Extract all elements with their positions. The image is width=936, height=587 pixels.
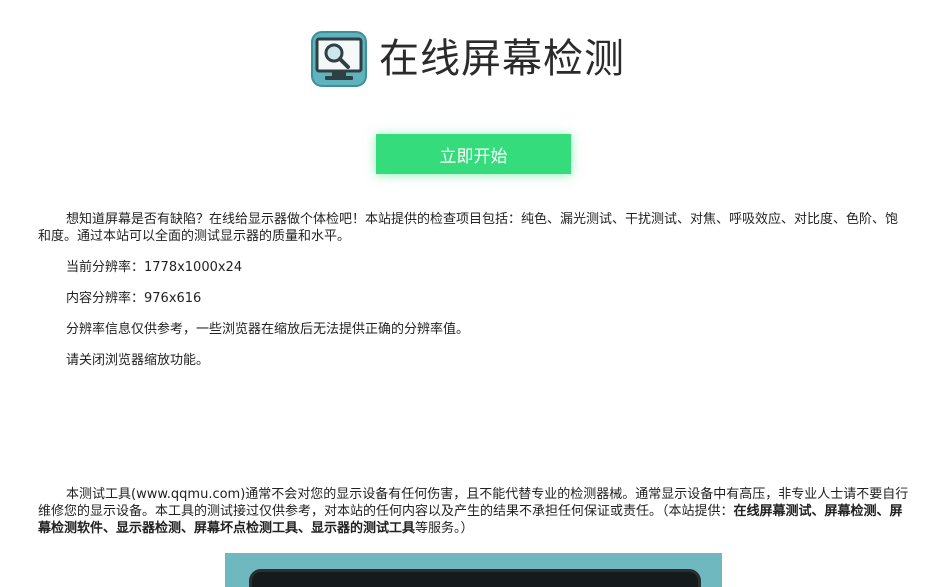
content-resolution: 内容分辨率：976x616 (66, 291, 202, 306)
start-button[interactable]: 立即开始 (376, 134, 571, 174)
current-resolution: 当前分辨率：1778x1000x24 (66, 260, 243, 275)
resolution-note: 分辨率信息仅供参考，一些浏览器在缩放后无法提供正确的分辨率值。 (66, 322, 470, 337)
disclaimer-suffix: 等服务。） (415, 521, 474, 536)
monitor-preview-image (225, 553, 722, 587)
monitor-magnifier-icon (311, 31, 367, 87)
disclaimer: 本测试工具(www.qqmu.com)通常不会对您的显示设备有任何伤害，且不能代… (38, 486, 910, 537)
monitor-screen (249, 569, 701, 587)
site-header: 在线屏幕检测 (0, 28, 936, 90)
zoom-note: 请关闭浏览器缩放功能。 (66, 353, 210, 368)
site-title: 在线屏幕检测 (379, 36, 625, 82)
info-section: 想知道屏幕是否有缺陷？在线给显示器做个体检吧！本站提供的检查项目包括：纯色、漏光… (38, 211, 910, 369)
intro-text: 想知道屏幕是否有缺陷？在线给显示器做个体检吧！本站提供的检查项目包括：纯色、漏光… (38, 212, 899, 244)
